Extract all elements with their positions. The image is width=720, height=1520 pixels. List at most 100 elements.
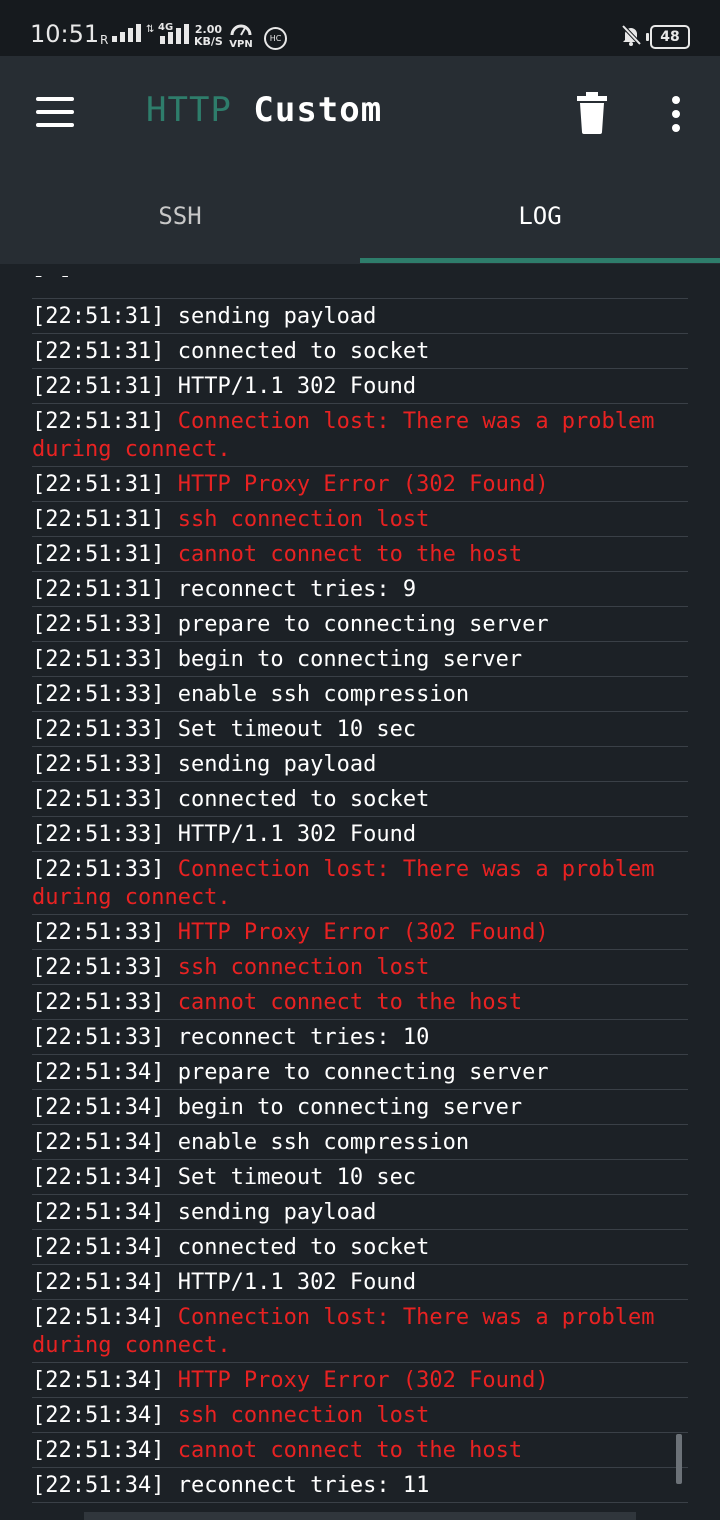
log-message: HTTP Proxy Error (302 Found): [177, 1368, 549, 1393]
log-message: prepare to connecting server: [177, 612, 549, 637]
log-timestamp: [22:51:34]: [32, 1060, 165, 1085]
log-timestamp: [22:51:33]: [32, 612, 165, 637]
log-timestamp: [22:51:33]: [32, 682, 165, 707]
log-row: [22:51:31] HTTP/1.1 302 Found: [32, 369, 688, 404]
bottom-panel-edge: [84, 1512, 636, 1520]
log-message: sending payload: [177, 752, 377, 777]
log-message: reconnect tries: 11: [177, 1473, 430, 1498]
log-timestamp: [22:51:33]: [32, 920, 165, 945]
hamburger-icon: [36, 97, 74, 101]
log-row: [22:51:31] connected to socket: [32, 334, 688, 369]
log-message: HTTP Proxy Error (302 Found): [177, 920, 549, 945]
log-row: [22:51:31] sending payload: [32, 299, 688, 334]
log-row: [22:51:33] connected to socket: [32, 782, 688, 817]
speed-unit: KB/S: [194, 35, 223, 48]
log-timestamp: [22:51:33]: [32, 955, 165, 980]
log-timestamp: [22:51:33]: [32, 1025, 165, 1050]
log-row: [22:51:31] Connection lost: There was a …: [32, 404, 688, 467]
more-options-button[interactable]: [664, 94, 688, 134]
hamburger-line: [36, 123, 74, 127]
log-row: [22:51:33] Set timeout 10 sec: [32, 712, 688, 747]
signal-strength-2-icon: [160, 24, 189, 44]
log-row: [22:51:31] reconnect tries: 9: [32, 572, 688, 607]
menu-button[interactable]: [36, 97, 76, 127]
log-timestamp: [22:51:31]: [32, 472, 165, 497]
status-time: 10:51: [30, 20, 100, 48]
log-row: [22:51:33] HTTP Proxy Error (302 Found): [32, 915, 688, 950]
log-message: HTTP/1.1 302 Found: [177, 374, 417, 399]
log-timestamp: [22:51:31]: [32, 409, 165, 434]
log-row: [22:51:34] HTTP/1.1 302 Found: [32, 1265, 688, 1300]
more-vert-icon: [672, 96, 680, 104]
battery-indicator: 48: [646, 25, 690, 49]
data-arrows-icon: ⇅: [146, 24, 155, 35]
roaming-indicator: R: [100, 33, 109, 47]
log-timestamp: [22:51:33]: [32, 647, 165, 672]
log-row: [22:51:34] sending payload: [32, 1195, 688, 1230]
log-row: [22:51:34] prepare to connecting server: [32, 1055, 688, 1090]
log-message: sending payload: [177, 304, 377, 329]
log-timestamp: [22:51:33]: [32, 822, 165, 847]
log-timestamp: [22:51:34]: [32, 1438, 165, 1463]
log-timestamp: [22:51:33]: [32, 787, 165, 812]
log-timestamp: [22:51:34]: [32, 1095, 165, 1120]
log-timestamp: [22:51:34]: [32, 1305, 165, 1330]
log-timestamp: [22:51:34]: [32, 1200, 165, 1225]
log-message: sending payload: [177, 1200, 377, 1225]
log-row: [22:51:33] reconnect tries: 10: [32, 1020, 688, 1055]
log-message: connected to socket: [177, 339, 430, 364]
log-timestamp: [22:51:31]: [32, 577, 165, 602]
log-message: ssh connection lost: [177, 955, 430, 980]
log-row: [22:51:31] ssh connection lost: [32, 502, 688, 537]
app-title: HTTP Custom: [146, 90, 382, 130]
trash-icon: [577, 92, 607, 134]
log-timestamp: [22:51:31]: [32, 507, 165, 532]
log-timestamp: [22:51:33]: [32, 857, 165, 882]
log-row: [22:51:34] enable ssh compression: [32, 1125, 688, 1160]
log-message: HTTP/1.1 302 Found: [177, 1270, 417, 1295]
log-row: [22:51:34] connected to socket: [32, 1230, 688, 1265]
clear-log-button[interactable]: [572, 92, 612, 136]
status-bar: 10:51 R ⇅ 4G 2.00 KB/S VPN HC 48: [0, 0, 720, 56]
tab-indicator: [360, 258, 720, 263]
log-row: [22:51:34] reconnect tries: 11: [32, 1468, 688, 1503]
log-row: [22:51:31] cannot connect to the host: [32, 537, 688, 572]
scrollbar[interactable]: [676, 1434, 682, 1484]
log-row: [22:51:34] HTTP Proxy Error (302 Found): [32, 1363, 688, 1398]
log-row: [22:51:34] cannot connect to the host: [32, 1433, 688, 1468]
app-title-part2: Custom: [253, 90, 383, 130]
log-row: [22:51:34] begin to connecting server: [32, 1090, 688, 1125]
log-timestamp: [22:51:33]: [32, 990, 165, 1015]
log-list[interactable]: - - [22:51:31] sending payload[22:51:31]…: [32, 276, 688, 1508]
more-vert-dot: [672, 110, 680, 118]
log-message: cannot connect to the host: [177, 990, 523, 1015]
log-message: enable ssh compression: [177, 682, 470, 707]
hamburger-line: [36, 110, 74, 114]
log-message: ssh connection lost: [177, 1403, 430, 1428]
log-message: reconnect tries: 10: [177, 1025, 430, 1050]
log-row: [22:51:33] Connection lost: There was a …: [32, 852, 688, 915]
vpn-gauge-icon: [230, 24, 252, 36]
log-message: enable ssh compression: [177, 1130, 470, 1155]
hc-app-icon: HC: [264, 27, 287, 50]
log-row: [22:51:33] begin to connecting server: [32, 642, 688, 677]
log-row: [22:51:33] enable ssh compression: [32, 677, 688, 712]
network-speed: 2.00 KB/S: [194, 24, 223, 48]
log-timestamp: [22:51:34]: [32, 1130, 165, 1155]
signal-strength-icon: [112, 24, 141, 42]
tab-ssh[interactable]: SSH: [0, 176, 360, 264]
vpn-indicator: VPN: [228, 24, 254, 50]
log-message: cannot connect to the host: [177, 1438, 523, 1463]
log-message: ssh connection lost: [177, 507, 430, 532]
log-timestamp: [22:51:33]: [32, 717, 165, 742]
log-message: begin to connecting server: [177, 647, 523, 672]
log-timestamp: [22:51:34]: [32, 1403, 165, 1428]
log-message: HTTP Proxy Error (302 Found): [177, 472, 549, 497]
tab-log[interactable]: LOG: [360, 176, 720, 264]
more-vert-dot: [672, 124, 680, 132]
vpn-label: VPN: [229, 39, 253, 50]
app-title-part1: HTTP: [146, 90, 232, 130]
log-row: [22:51:34] Connection lost: There was a …: [32, 1300, 688, 1363]
log-partial-text: - -: [32, 276, 72, 288]
log-row: [22:51:34] Set timeout 10 sec: [32, 1160, 688, 1195]
